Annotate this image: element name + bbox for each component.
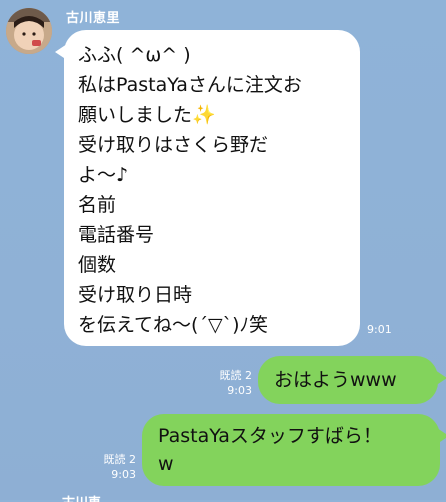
outgoing-timestamp: 9:03: [227, 384, 252, 397]
message-line: 願いしました✨: [78, 104, 216, 126]
outgoing-meta: 既読 2 9:03: [200, 368, 253, 398]
sender-avatar[interactable]: [6, 8, 52, 54]
read-receipt: 既読 2: [219, 369, 253, 382]
message-line: 名前: [78, 194, 117, 216]
outgoing-timestamp: 9:03: [111, 468, 136, 481]
message-line: 私はPastaYaさんに注文お: [78, 74, 302, 96]
message-line: 電話番号: [78, 224, 155, 246]
message-line: 受け取り日時: [78, 284, 193, 306]
incoming-message-bubble[interactable]: ふふ( ^ω^ ) 私はPastaYaさんに注文お 願いしました✨ 受け取りはさ…: [55, 30, 360, 346]
bubble-tail: [437, 428, 446, 444]
sender-name: 古川恵里: [66, 11, 121, 26]
read-receipt: 既読 2: [103, 453, 137, 466]
avatar-image: [6, 8, 52, 54]
message-line: w: [158, 453, 174, 475]
outgoing-message-bubble[interactable]: おはようwww: [258, 356, 446, 404]
next-sender-name: 古川恵里: [62, 492, 108, 502]
bubble-tail: [435, 370, 446, 386]
message-line: PastaYaスタッフすばら！: [158, 425, 382, 447]
message-line: ふふ( ^ω^ ): [78, 44, 191, 66]
incoming-timestamp: 9:01: [367, 323, 392, 336]
message-line: 受け取りはさくら野だ: [78, 134, 269, 156]
message-line: を伝えてね〜(´▽`)ﾉ笑: [78, 314, 268, 336]
message-line: よ〜♪: [78, 164, 129, 186]
message-text: おはようwww: [274, 369, 397, 391]
outgoing-message-bubble[interactable]: PastaYaスタッフすばら！ w: [142, 414, 446, 486]
outgoing-meta: 既読 2 9:03: [84, 452, 137, 482]
bubble-tail: [55, 44, 67, 60]
message-line: 個数: [78, 254, 117, 276]
